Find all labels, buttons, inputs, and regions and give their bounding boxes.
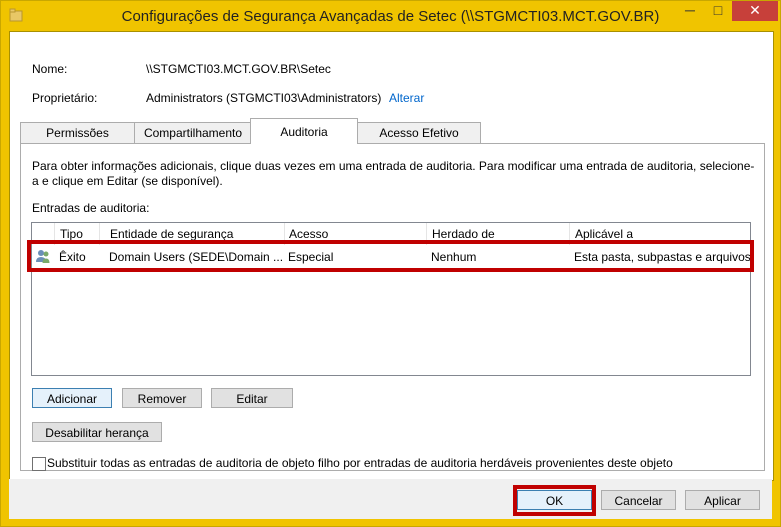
dialog-window: Configurações de Segurança Avançadas de … <box>0 0 781 527</box>
column-aplicavel[interactable]: Aplicável a <box>570 223 749 245</box>
cancel-button[interactable]: Cancelar <box>601 490 676 510</box>
apply-button[interactable]: Aplicar <box>685 490 760 510</box>
audit-entries-list[interactable]: Tipo Entidade de segurança Acesso Herdad… <box>31 222 751 376</box>
entries-label: Entradas de auditoria: <box>32 201 150 215</box>
owner-label: Proprietário: <box>32 91 98 105</box>
column-tipo[interactable]: Tipo <box>55 223 100 245</box>
dialog-content: Nome: \\STGMCTI03.MCT.GOV.BR\Setec Propr… <box>9 31 774 481</box>
cell-tipo: Êxito <box>59 250 86 264</box>
tab-acesso-efetivo[interactable]: Acesso Efetivo <box>357 122 481 143</box>
column-herdado[interactable]: Herdado de <box>427 223 570 245</box>
replace-child-entries-checkbox[interactable] <box>32 457 46 471</box>
title-bar[interactable]: Configurações de Segurança Avançadas de … <box>1 1 780 31</box>
tab-permissoes[interactable]: Permissões <box>20 122 135 143</box>
owner-value: Administrators (STGMCTI03\Administrators… <box>146 91 382 105</box>
cell-aplicavel: Esta pasta, subpastas e arquivos <box>574 250 751 264</box>
column-icon <box>32 223 55 245</box>
tab-compartilhamento[interactable]: Compartilhamento <box>134 122 252 143</box>
cell-entidade: Domain Users (SEDE\Domain ... <box>109 250 283 264</box>
cell-acesso: Especial <box>288 250 334 264</box>
add-button[interactable]: Adicionar <box>32 388 112 408</box>
users-icon <box>36 250 50 263</box>
name-label: Nome: <box>32 62 68 76</box>
close-button[interactable]: ✕ <box>732 1 778 21</box>
column-acesso[interactable]: Acesso <box>284 223 427 245</box>
tab-auditoria[interactable]: Auditoria <box>250 118 358 144</box>
name-value: \\STGMCTI03.MCT.GOV.BR\Setec <box>146 62 331 76</box>
window-title: Configurações de Segurança Avançadas de … <box>121 8 660 25</box>
replace-child-entries-label[interactable]: Substituir todas as entradas de auditori… <box>47 456 673 470</box>
remove-button[interactable]: Remover <box>122 388 202 408</box>
disable-inheritance-button[interactable]: Desabilitar herança <box>32 422 162 442</box>
table-row[interactable]: Êxito Domain Users (SEDE\Domain ... Espe… <box>32 245 751 269</box>
dialog-footer: OK Cancelar Aplicar <box>9 479 772 519</box>
minimize-button[interactable]: ─ <box>676 1 704 21</box>
auditoria-description: Para obter informações adicionais, cliqu… <box>32 159 755 188</box>
edit-button[interactable]: Editar <box>211 388 293 408</box>
column-entidade[interactable]: Entidade de segurança <box>105 223 285 245</box>
maximize-button[interactable]: □ <box>704 1 732 21</box>
ok-button[interactable]: OK <box>517 490 592 510</box>
cell-herdado: Nenhum <box>431 250 477 264</box>
change-owner-link[interactable]: Alterar <box>389 91 424 105</box>
